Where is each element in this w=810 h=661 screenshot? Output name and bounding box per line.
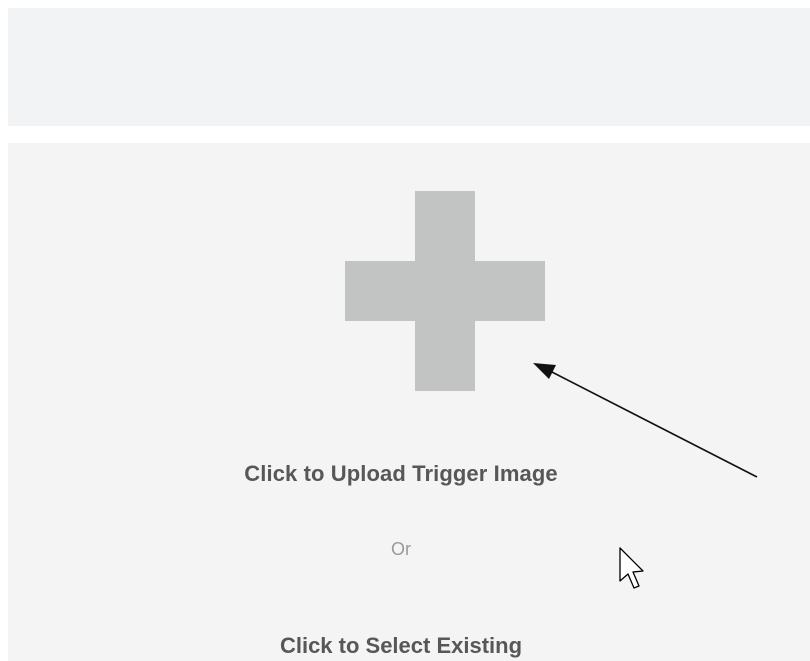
select-existing-link[interactable]: Click to Select Existing (0, 633, 802, 659)
plus-icon[interactable] (345, 191, 545, 391)
upload-dropzone[interactable]: Click to Upload Trigger Image Or Click t… (8, 143, 810, 661)
top-bar (8, 8, 810, 126)
or-separator: Or (391, 539, 411, 559)
upload-trigger-image-link[interactable]: Click to Upload Trigger Image (0, 461, 802, 487)
